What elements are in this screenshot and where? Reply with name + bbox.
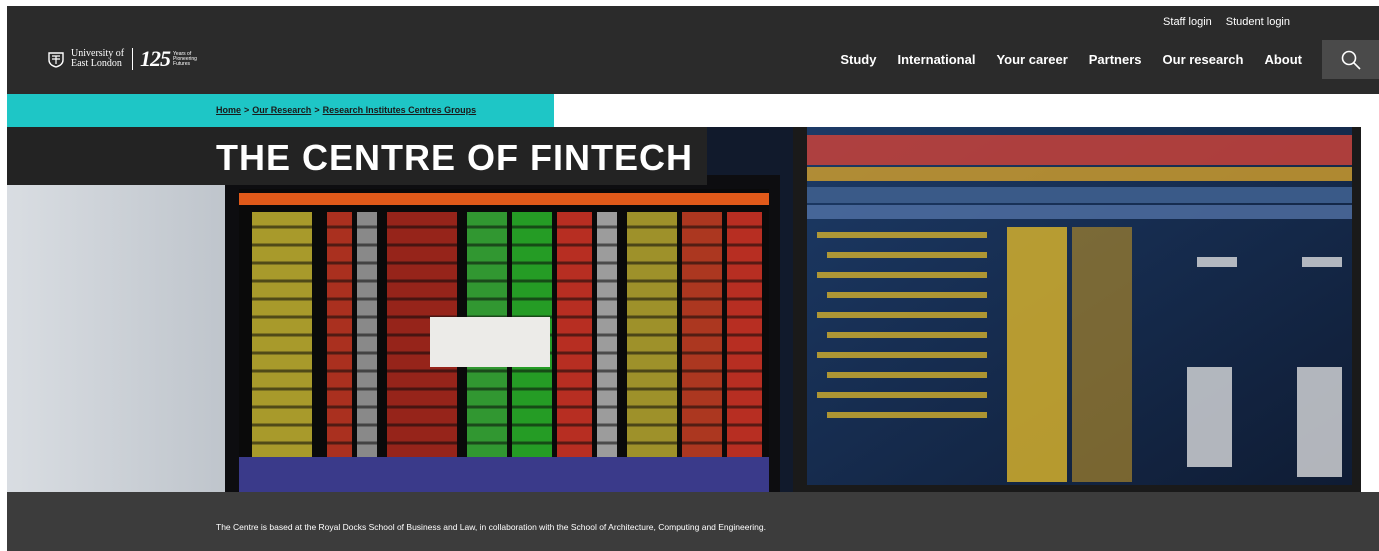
site-logo[interactable]: University of East London 125 Years of P… [47, 46, 197, 72]
breadcrumb-our-research[interactable]: Our Research [252, 105, 311, 115]
nav-study[interactable]: Study [840, 52, 876, 67]
page: Staff login Student login University of … [0, 0, 1379, 551]
search-icon [1341, 50, 1361, 70]
nav-your-career[interactable]: Your career [996, 52, 1067, 67]
intro-section: The Centre is based at the Royal Docks S… [7, 492, 1379, 551]
university-name: University of East London [71, 49, 124, 69]
logo-divider [132, 48, 134, 70]
page-title: THE CENTRE OF FINTECH [216, 137, 693, 178]
nav-partners[interactable]: Partners [1089, 52, 1142, 67]
breadcrumb: Home > Our Research > Research Institutes Ce… [7, 94, 554, 127]
breadcrumb-separator: > [244, 105, 250, 115]
university-name-line2: East London [71, 58, 122, 69]
breadcrumb-research-groups[interactable]: Research Institutes Centres Groups [323, 105, 477, 115]
breadcrumb-separator: > [314, 105, 320, 115]
anniversary-tagline: Years of Pioneering Futures [173, 51, 197, 67]
search-button[interactable] [1322, 40, 1379, 79]
anniversary-number: 125 [140, 46, 171, 71]
nav-about[interactable]: About [1264, 52, 1302, 67]
site-header: Staff login Student login University of … [7, 6, 1379, 94]
nav-international[interactable]: International [897, 52, 975, 67]
nav-our-research[interactable]: Our research [1163, 52, 1244, 67]
main-nav: Study International Your career Partners… [840, 52, 1302, 67]
student-login-link[interactable]: Student login [1226, 16, 1290, 28]
anniversary-tagline-3: Futures [173, 60, 190, 67]
staff-login-link[interactable]: Staff login [1163, 16, 1212, 28]
intro-text: The Centre is based at the Royal Docks S… [216, 522, 766, 532]
utility-links: Staff login Student login [1163, 16, 1290, 28]
university-crest-icon [48, 51, 64, 68]
breadcrumb-home[interactable]: Home [216, 105, 241, 115]
